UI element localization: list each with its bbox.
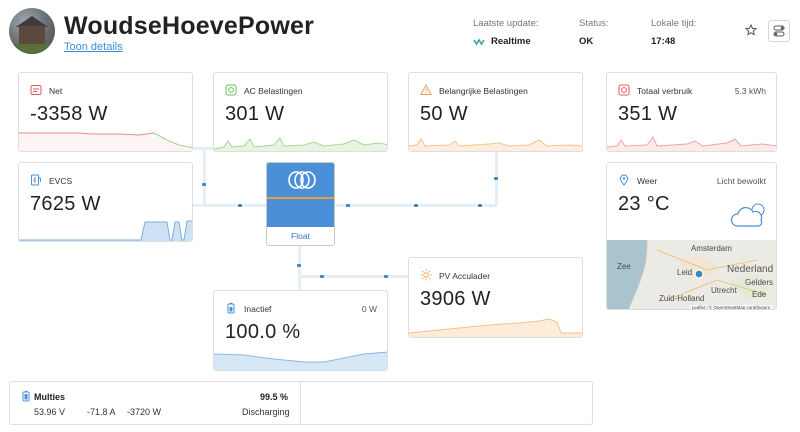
flow-dot	[478, 204, 482, 207]
total-consumption-sparkline	[607, 136, 776, 151]
total-consumption-value: 351 W	[618, 103, 678, 125]
ac-loads-title: AC Belastingen	[244, 86, 303, 96]
flow-line	[298, 246, 301, 290]
weather-condition: Licht bewolkt	[716, 176, 766, 186]
grid-card[interactable]: Net -3358 W	[18, 72, 193, 152]
evcs-title: EVCS	[49, 176, 73, 186]
flow-line	[298, 275, 408, 278]
map-label-ede: Ede	[752, 290, 767, 299]
grid-title: Net	[49, 86, 63, 96]
realtime-icon	[473, 37, 485, 46]
critical-loads-title: Belangrijke Belastingen	[439, 86, 528, 96]
flow-dot	[384, 275, 388, 278]
evcs-value: 7625 W	[30, 193, 101, 215]
flow-line	[203, 147, 206, 205]
partly-cloudy-icon	[730, 203, 765, 227]
ac-loads-sparkline	[214, 137, 387, 151]
total-consumption-energy: 5.3 kWh	[734, 86, 766, 96]
status-value: OK	[579, 36, 594, 47]
pv-charger-sparkline	[409, 318, 582, 337]
star-icon[interactable]	[745, 24, 757, 36]
map-label-zuid-holland: Zuid-Holland	[659, 294, 705, 303]
show-details-link[interactable]: Toon details	[64, 41, 123, 53]
multies-divider	[300, 382, 301, 424]
multies-title: Multies	[34, 392, 66, 402]
map-label-leiden: Leid	[677, 268, 693, 277]
evcs-sparkline	[19, 220, 192, 241]
battery-state: Inactief	[244, 304, 272, 314]
warning-icon	[420, 84, 432, 95]
flow-dot	[414, 204, 418, 207]
local-time-value: 17:48	[651, 36, 676, 47]
total-consumption-icon	[618, 84, 630, 96]
map-label-utrecht: Utrecht	[711, 286, 737, 295]
battery-sparkline	[214, 351, 387, 370]
critical-loads-card[interactable]: Belangrijke Belastingen 50 W	[408, 72, 583, 152]
last-update-label: Laatste update:	[473, 18, 539, 29]
ev-charger-icon	[31, 174, 41, 186]
map-label-sea: Zee	[617, 262, 631, 271]
grid-sparkline	[19, 132, 192, 151]
critical-loads-sparkline	[409, 138, 582, 151]
pv-charger-value: 3906 W	[420, 288, 491, 310]
battery-card[interactable]: Inactief 0 W 100.0 %	[213, 290, 388, 371]
multies-panel[interactable]: Multies 99.5 % 53.96 V -71.8 A -3720 W D…	[9, 381, 593, 425]
total-consumption-title: Totaal verbruik	[637, 86, 693, 96]
victron-logo-icon	[288, 171, 316, 189]
location-pin-icon	[619, 174, 629, 186]
flow-dot	[320, 275, 324, 278]
battery-soc: 100.0 %	[225, 321, 301, 343]
flow-dot	[346, 204, 350, 207]
multies-current: -71.8 A	[87, 407, 116, 417]
last-update: Laatste update: Realtime	[473, 18, 539, 47]
site-avatar	[9, 8, 55, 54]
ac-loads-value: 301 W	[225, 103, 285, 125]
ac-loads-icon	[225, 84, 237, 96]
map-attribution[interactable]: Leaflet | © OpenStreetMap contributors	[689, 305, 772, 309]
last-update-value: Realtime	[491, 36, 531, 47]
sun-icon	[420, 269, 432, 281]
flow-dot	[238, 204, 242, 207]
battery-power: 0 W	[361, 304, 377, 314]
inverter-box[interactable]: Float	[266, 162, 335, 246]
multies-voltage: 53.96 V	[34, 407, 66, 417]
location-map[interactable]: Amsterdam Leid Nederland Utrecht Gelders…	[607, 240, 776, 309]
multies-power: -3720 W	[127, 407, 162, 417]
grid-meter-icon	[30, 85, 42, 95]
critical-loads-value: 50 W	[420, 103, 468, 125]
status-label: Status:	[579, 18, 609, 29]
multi-battery-icon	[22, 390, 30, 402]
flow-dot	[297, 264, 301, 267]
toggle-icon	[773, 25, 785, 37]
ac-loads-card[interactable]: AC Belastingen 301 W	[213, 72, 388, 152]
pv-charger-title: PV Acculader	[439, 271, 491, 281]
map-label-amsterdam: Amsterdam	[691, 244, 732, 253]
total-consumption-card[interactable]: Totaal verbruik 5.3 kWh 351 W	[606, 72, 777, 152]
local-time-label: Lokale tijd:	[651, 18, 697, 29]
pv-charger-card[interactable]: PV Acculader 3906 W	[408, 257, 583, 338]
weather-title: Weer	[637, 176, 658, 186]
weather-card[interactable]: Weer Licht bewolkt 23 °C Amsterdam Leid …	[606, 162, 777, 310]
flow-line	[193, 204, 266, 207]
evcs-card[interactable]: EVCS 7625 W	[18, 162, 193, 242]
multies-soc: 99.5 %	[260, 392, 289, 402]
inverter-state: Float	[267, 227, 334, 245]
weather-temperature: 23 °C	[618, 193, 670, 215]
map-label-gelderland: Gelders	[745, 278, 774, 287]
battery-icon	[227, 302, 235, 314]
local-time: Lokale tijd: 17:48	[651, 18, 696, 47]
status: Status: OK	[579, 18, 609, 47]
grid-value: -3358 W	[30, 103, 108, 125]
multies-state: Discharging	[242, 407, 290, 417]
site-title: WoudseHoevePower	[64, 12, 315, 40]
flow-dot	[202, 183, 206, 186]
toggle-view-button[interactable]	[768, 20, 790, 42]
flow-dot	[494, 177, 498, 180]
map-label-nederland: Nederland	[727, 264, 774, 275]
